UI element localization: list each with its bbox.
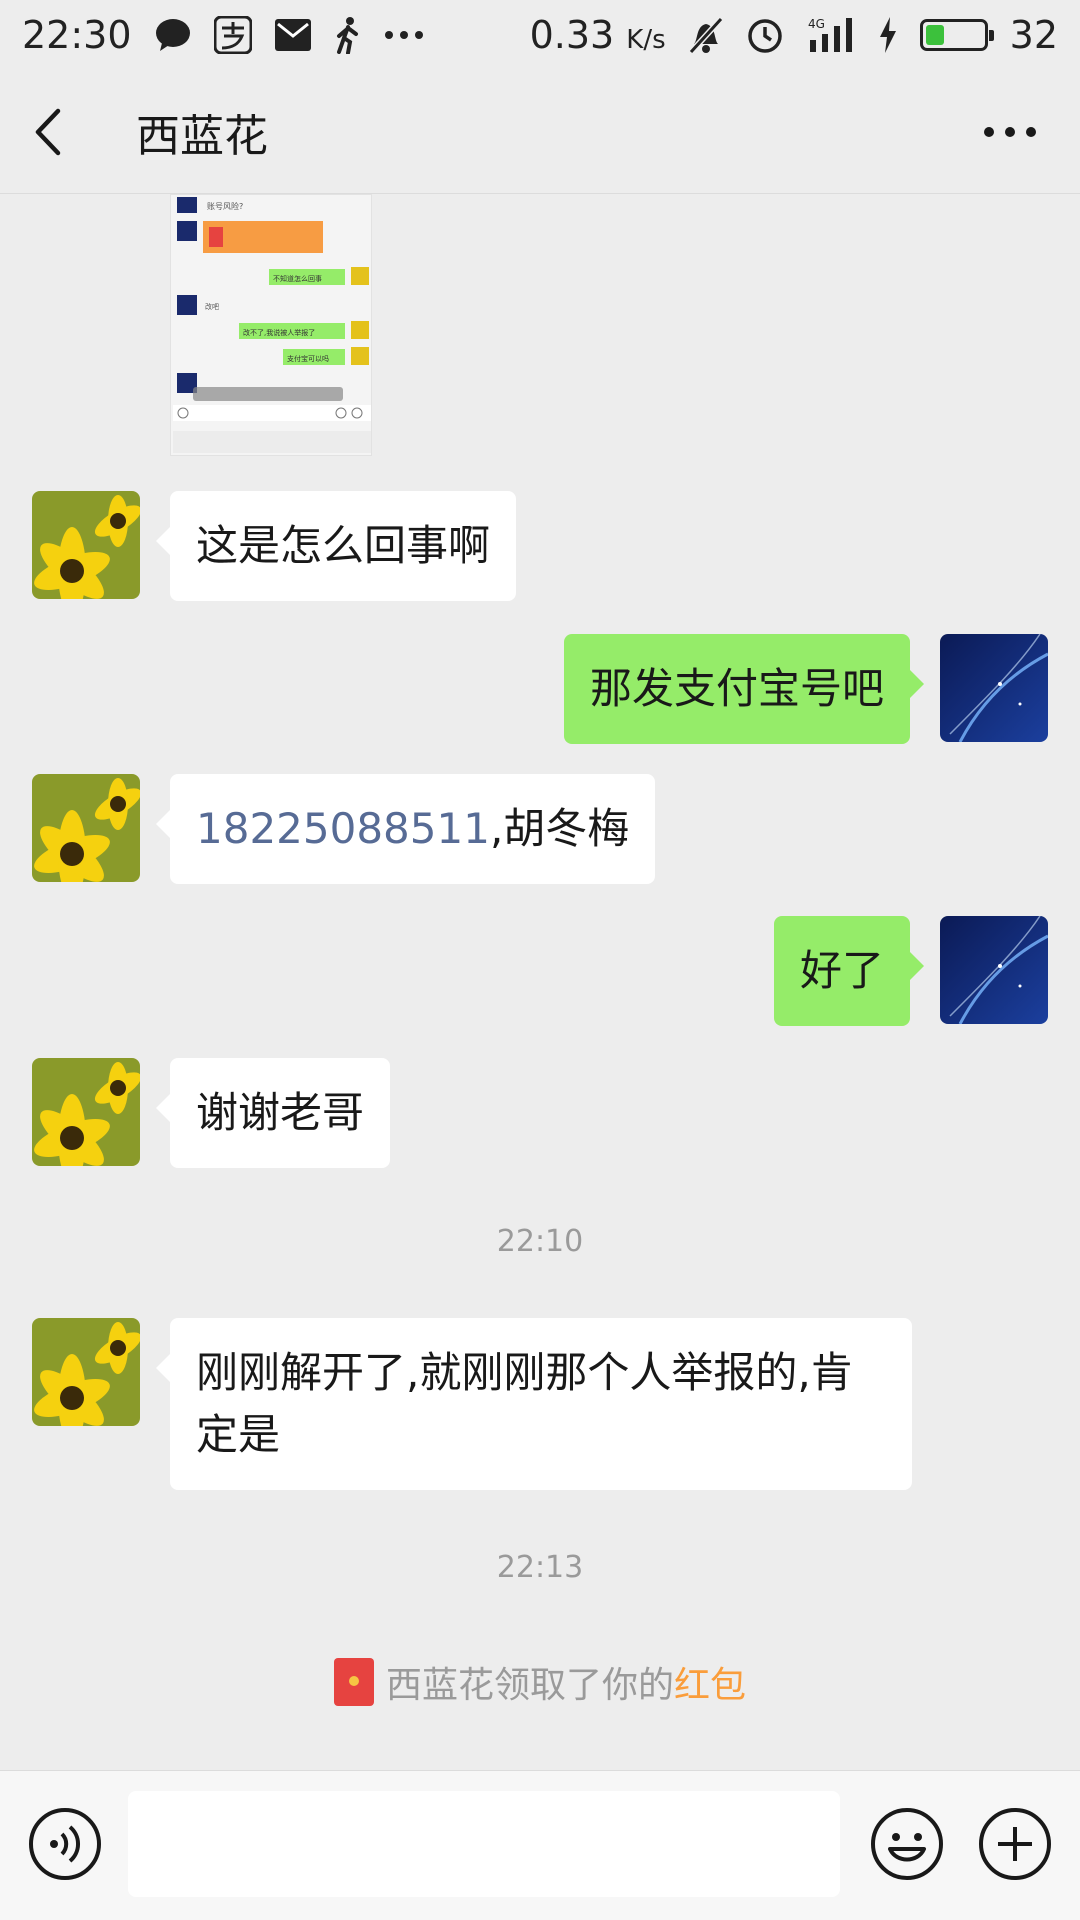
chat-icon: [154, 17, 192, 53]
message-text: ,胡冬梅: [489, 804, 630, 853]
message-bubble-received[interactable]: 谢谢老哥: [155, 1058, 391, 1168]
message-bubble-sent[interactable]: 那发支付宝号吧: [563, 634, 925, 744]
charging-icon: [878, 17, 898, 53]
avatar-self[interactable]: [940, 634, 1048, 742]
status-bar: 22:30 0.33 K/s 4G 32: [0, 0, 1080, 70]
message-text: 那发支付宝号吧: [589, 664, 884, 713]
chat-header: 西蓝花: [0, 70, 1080, 194]
red-packet-link[interactable]: 红包: [674, 1665, 746, 1706]
message-input[interactable]: [128, 1791, 840, 1897]
walking-icon: [334, 16, 362, 54]
message-bubble-sent[interactable]: 好了: [773, 916, 925, 1026]
avatar-contact[interactable]: [32, 1058, 140, 1166]
status-time: 22:30: [22, 13, 132, 57]
message-text: 好了: [799, 946, 884, 995]
message-bubble-received[interactable]: 刚刚解开了,就刚刚那个人举报的,肯定是: [156, 1318, 912, 1490]
back-chevron-icon: [35, 108, 61, 155]
voice-button[interactable]: [28, 1807, 102, 1881]
avatar-contact[interactable]: [32, 491, 140, 599]
image-message[interactable]: 账号风险? 不知道怎么回事 改吧 改不了,我说被人举报了 支付宝可以吗: [170, 194, 372, 456]
battery-icon: [919, 19, 994, 51]
timestamp: 22:13: [496, 1550, 584, 1585]
avatar-self[interactable]: [940, 916, 1048, 1024]
thumb-line: 账号风险?: [207, 201, 243, 211]
alipay-icon: [213, 16, 252, 54]
timestamp: 22:10: [496, 1224, 584, 1259]
message-bubble-received[interactable]: 18225088511,胡冬梅: [155, 774, 656, 884]
message-text: 刚刚解开了,就刚刚那个人举报的,肯定是: [196, 1348, 853, 1459]
input-bar: [0, 1770, 1080, 1920]
message-text: 这是怎么回事啊: [196, 521, 491, 570]
system-message: 西蓝花领取了你的红包: [0, 1656, 1080, 1708]
avatar-contact[interactable]: [32, 1318, 140, 1426]
plus-icon: [979, 1808, 1051, 1880]
thumb-line: 不知道怎么回事: [273, 274, 322, 283]
message-bubble-received[interactable]: 这是怎么回事啊: [155, 491, 517, 601]
network-speed: 0.33 K/s: [529, 13, 666, 57]
mute-bell-icon: [688, 16, 724, 54]
signal-icon: 4G: [806, 16, 856, 54]
chat-title: 西蓝花: [136, 110, 268, 162]
chat-area[interactable]: 账号风险? 不知道怎么回事 改吧 改不了,我说被人举报了 支付宝可以吗 这是怎么…: [0, 194, 1080, 1770]
avatar-contact[interactable]: [32, 774, 140, 882]
emoji-icon: [871, 1808, 943, 1880]
back-button[interactable]: [30, 102, 90, 162]
voice-icon: [29, 1808, 101, 1880]
more-dots-icon: [984, 126, 1036, 137]
alarm-icon: [746, 16, 784, 54]
mail-icon: [274, 18, 312, 52]
emoji-button[interactable]: [870, 1807, 944, 1881]
plus-button[interactable]: [978, 1807, 1052, 1881]
thumb-line: 支付宝可以吗: [287, 354, 329, 363]
thumb-line: 改吧: [205, 302, 219, 311]
network-label: 4G: [808, 17, 825, 31]
battery-percent: 32: [1009, 13, 1058, 57]
thumb-line: 改不了,我说被人举报了: [243, 328, 315, 337]
message-text: 谢谢老哥: [196, 1088, 365, 1137]
system-text: 西蓝花领取了你的: [385, 1665, 674, 1706]
phone-link[interactable]: 18225088511: [196, 804, 490, 853]
red-packet-icon: [333, 1658, 374, 1706]
more-dots-icon: [384, 30, 424, 40]
more-options-button[interactable]: [970, 102, 1050, 162]
